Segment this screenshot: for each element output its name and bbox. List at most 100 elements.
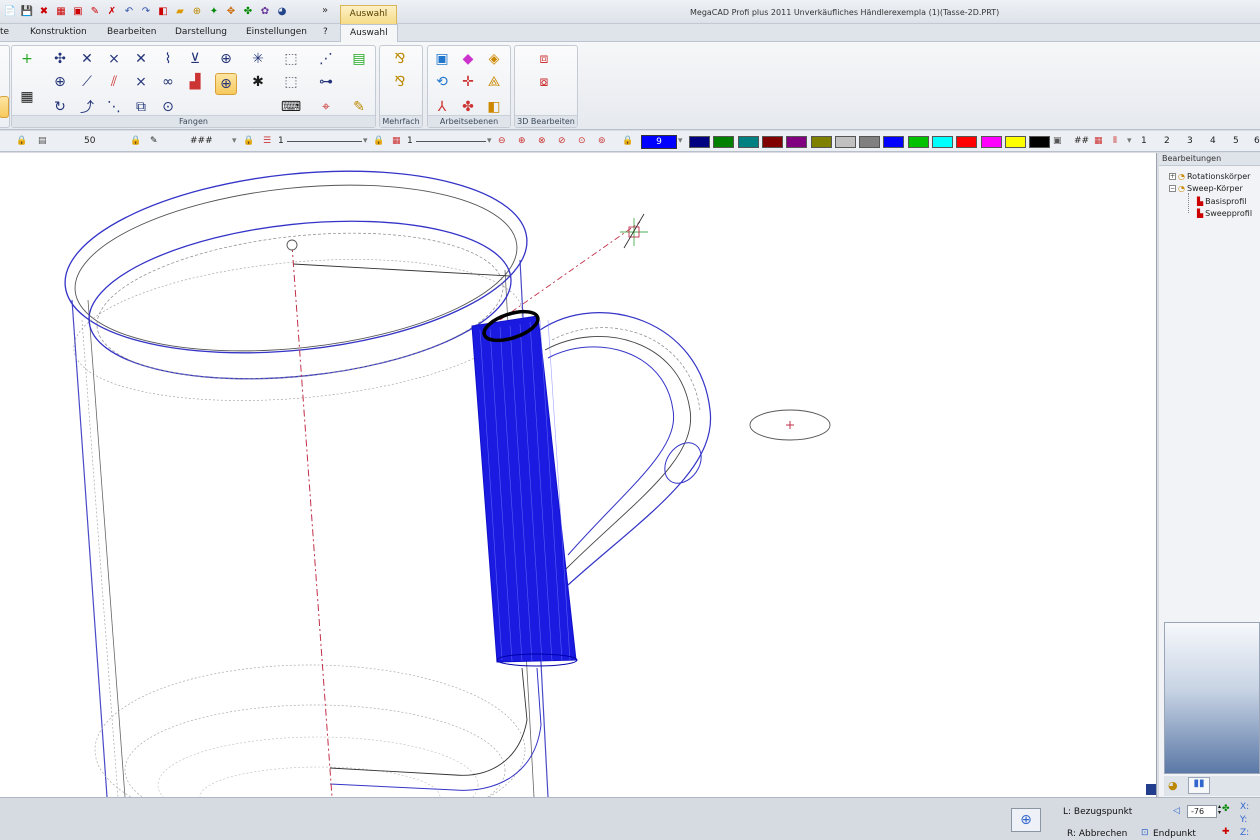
layer-button-5[interactable]: 5 — [1233, 136, 1239, 146]
snap-intersection-icon[interactable]: ✕ — [76, 48, 98, 70]
lock5-icon[interactable]: 🔒 — [622, 136, 633, 146]
measure-icon[interactable]: ⊕ — [189, 3, 205, 19]
snap-divide-icon[interactable]: ⫽ — [103, 71, 125, 93]
zoom-window-icon[interactable]: ⊗ — [538, 136, 546, 146]
tab-help[interactable]: ? — [323, 27, 328, 37]
tree-item-sweepprofil[interactable]: ▙ Sweepprofil — [1197, 209, 1252, 218]
multi-select-icon[interactable]: ⅋ — [389, 48, 411, 70]
color-swatch[interactable] — [689, 136, 710, 148]
origin-icon[interactable]: ✚ — [1222, 827, 1230, 837]
tree-item-rotationskoerper[interactable]: + ◔ Rotationskörper — [1169, 172, 1250, 181]
layer-button-4[interactable]: 4 — [1210, 136, 1216, 146]
layer-icon[interactable]: ⦀ — [1113, 136, 1117, 146]
snap-circle-icon[interactable]: ∞ — [157, 71, 179, 93]
save-icon[interactable]: 💾 — [19, 3, 35, 19]
zoom-in-icon[interactable]: ⊕ — [518, 136, 526, 146]
snap-center-active-icon[interactable]: ⊕ — [215, 73, 237, 95]
plane-xy-icon[interactable]: ▣ — [431, 48, 453, 70]
redo-icon[interactable]: ↷ — [138, 3, 154, 19]
close-file-icon[interactable]: ✖ — [36, 3, 52, 19]
angle-spinner[interactable]: ▴ ▾ — [1218, 804, 1221, 816]
pen-style-icon[interactable]: ✎ — [150, 136, 158, 146]
snap-curve-icon[interactable]: ⌇ — [157, 48, 179, 70]
toolbar-overflow-icon[interactable]: » — [322, 5, 328, 16]
plane-tilt-icon[interactable]: ⟁ — [483, 71, 505, 93]
layers-icon[interactable]: ◧ — [155, 3, 171, 19]
select-all-icon[interactable]: ▣ — [70, 3, 86, 19]
color-grid-icon[interactable]: ▦ — [53, 3, 69, 19]
lock2-icon[interactable]: 🔒 — [130, 136, 141, 146]
color-swatch[interactable] — [761, 136, 783, 148]
tab-konstruktion[interactable]: Konstruktion — [30, 27, 87, 37]
snap-bar-icon[interactable]: ▟ — [184, 71, 206, 93]
color-swatch[interactable] — [956, 136, 978, 148]
context-tab-auswahl[interactable]: Auswahl — [340, 5, 397, 24]
zoom-next-icon[interactable]: ⊚ — [598, 136, 606, 146]
globe-icon[interactable]: ◕ — [274, 3, 290, 19]
panel-tab-history-icon[interactable]: ◕ — [1168, 779, 1178, 792]
plane-axis-icon[interactable]: ✛ — [457, 71, 479, 93]
zoom-all-icon[interactable]: ⊘ — [558, 136, 566, 146]
snap-box-icon[interactable]: ⬚ — [280, 48, 302, 70]
color-table-icon[interactable]: ▦ — [1094, 136, 1103, 146]
color-swatch[interactable] — [932, 136, 953, 148]
move-icon[interactable]: ✥ — [223, 3, 239, 19]
color-swatch[interactable] — [859, 136, 881, 148]
color-swatch[interactable] — [1029, 136, 1051, 148]
color-swatch[interactable] — [786, 136, 808, 148]
pen-icon[interactable]: ✎ — [87, 3, 103, 19]
snap-asterisk-icon[interactable]: ✱ — [247, 71, 269, 93]
lock4-icon[interactable]: 🔒 — [373, 136, 384, 146]
lock3-icon[interactable]: 🔒 — [243, 136, 254, 146]
tab-auswahl[interactable]: Auswahl — [340, 24, 398, 43]
lock-icon[interactable]: 🔒 — [16, 136, 27, 146]
plane-rotate-icon[interactable]: ⟲ — [431, 71, 453, 93]
tab-darstellung[interactable]: Darstellung — [175, 27, 227, 37]
color-swatch[interactable] — [980, 136, 1002, 148]
tab-datei[interactable]: te — [0, 27, 9, 37]
snap-angle-icon[interactable]: ⊻ — [184, 48, 206, 70]
plus-icon[interactable]: + — [16, 48, 38, 70]
render-icon[interactable]: ✿ — [257, 3, 273, 19]
layer-dropdown-icon[interactable]: ▾ — [1127, 136, 1132, 146]
angle-input[interactable]: -76 — [1187, 805, 1217, 818]
layer-button-1[interactable]: 1 — [1141, 136, 1147, 146]
tree-item-basisprofil[interactable]: ▙ Basisprofil — [1197, 197, 1246, 206]
color-swatch[interactable] — [1004, 136, 1026, 148]
snap-measure-icon[interactable]: ⋰ — [315, 48, 337, 70]
snap-perp-icon[interactable]: ⨯ — [130, 71, 152, 93]
solid-edit-icon[interactable]: ⧇ — [533, 71, 555, 93]
pick-tool-icon[interactable] — [0, 96, 9, 118]
page-icon[interactable]: ▤ — [38, 136, 47, 146]
zoom-out-icon[interactable]: ⊖ — [498, 136, 506, 146]
new-file-icon[interactable]: 📄 — [2, 3, 18, 19]
snap-tangent-icon[interactable]: ✕ — [130, 48, 152, 70]
color-swatch[interactable] — [883, 136, 905, 148]
layer-button-3[interactable]: 3 — [1187, 136, 1193, 146]
panel-tab-objects-icon[interactable]: ▮▮ — [1188, 777, 1210, 794]
value-field[interactable]: 50 — [84, 136, 95, 146]
grid-snap-icon[interactable]: ▦ — [16, 86, 38, 108]
collapse-icon[interactable]: − — [1169, 185, 1176, 192]
snap-line-icon[interactable]: ⟋ — [76, 71, 98, 93]
plane-box-icon[interactable]: ◆ — [457, 48, 479, 70]
snap-cross-icon[interactable]: ⨯ — [103, 48, 125, 70]
line-type-dropdown-icon[interactable]: ▾ — [363, 136, 368, 146]
palette-icon[interactable]: ▣ — [1053, 136, 1062, 146]
undo-icon[interactable]: ↶ — [121, 3, 137, 19]
copy-icon[interactable]: ✤ — [240, 3, 256, 19]
snap-cube-icon[interactable]: ⬚ — [280, 71, 302, 93]
color-swatch[interactable] — [737, 136, 759, 148]
canvas-corner-button[interactable] — [1146, 784, 1156, 795]
color-swatch[interactable] — [713, 136, 735, 148]
snap-add-icon[interactable]: ⊕ — [49, 71, 71, 93]
line-width-dropdown-icon[interactable]: ▾ — [487, 136, 492, 146]
current-color-box[interactable]: 9 — [641, 135, 677, 149]
delete-icon[interactable]: ✗ — [104, 3, 120, 19]
color-swatch[interactable] — [907, 136, 929, 148]
tab-bearbeiten[interactable]: Bearbeiten — [107, 27, 156, 37]
zoom-prev-icon[interactable]: ⊙ — [578, 136, 586, 146]
snap-mode-icon[interactable]: ⊕ — [1011, 808, 1041, 832]
color-dropdown-icon[interactable]: ▾ — [678, 136, 683, 146]
snap-star-icon[interactable]: ✳ — [247, 48, 269, 70]
